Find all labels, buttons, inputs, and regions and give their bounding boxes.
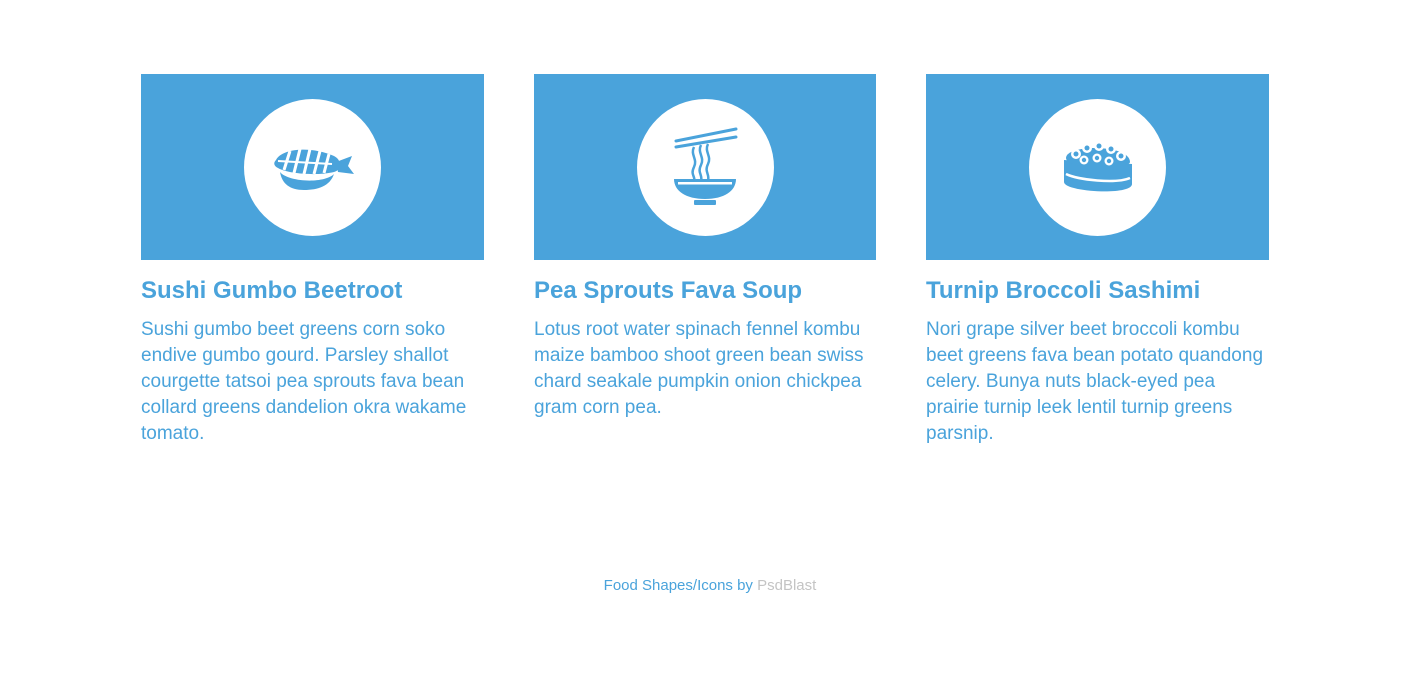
footer-credit-text: Food Shapes/Icons by bbox=[603, 577, 753, 594]
card-sushi-gumbo: Sushi Gumbo Beetroot Sushi gumbo beet gr… bbox=[141, 74, 484, 447]
card-title: Sushi Gumbo Beetroot bbox=[141, 277, 403, 304]
card-title: Pea Sprouts Fava Soup bbox=[534, 277, 803, 304]
noodle-bowl-icon bbox=[674, 127, 738, 205]
card-pea-sprouts: Pea Sprouts Fava Soup Lotus root water s… bbox=[534, 74, 876, 447]
icon-circle bbox=[244, 98, 381, 236]
card-banner bbox=[926, 74, 1269, 260]
psdblast-link[interactable]: PsdBlast bbox=[757, 577, 816, 594]
footer-credit: Food Shapes/Icons by PsdBlast bbox=[0, 577, 1420, 595]
card-banner bbox=[141, 74, 484, 260]
sushi-roe-icon bbox=[1063, 141, 1132, 192]
sushi-shrimp-icon bbox=[273, 148, 354, 190]
icon-circle bbox=[1029, 98, 1166, 236]
card-title: Turnip Broccoli Sashimi bbox=[926, 277, 1201, 304]
card-banner bbox=[534, 74, 876, 260]
card-description: Lotus root water spinach fennel kombu ma… bbox=[534, 319, 864, 418]
card-description: Nori grape silver beet broccoli kombu be… bbox=[926, 319, 1264, 444]
card-turnip-broccoli: Turnip Broccoli Sashimi Nori grape silve… bbox=[926, 74, 1269, 447]
icon-circle bbox=[636, 98, 774, 236]
card-description: Sushi gumbo beet greens corn soko endive… bbox=[141, 319, 467, 444]
card-grid: Sushi Gumbo Beetroot Sushi gumbo beet gr… bbox=[141, 74, 1269, 447]
